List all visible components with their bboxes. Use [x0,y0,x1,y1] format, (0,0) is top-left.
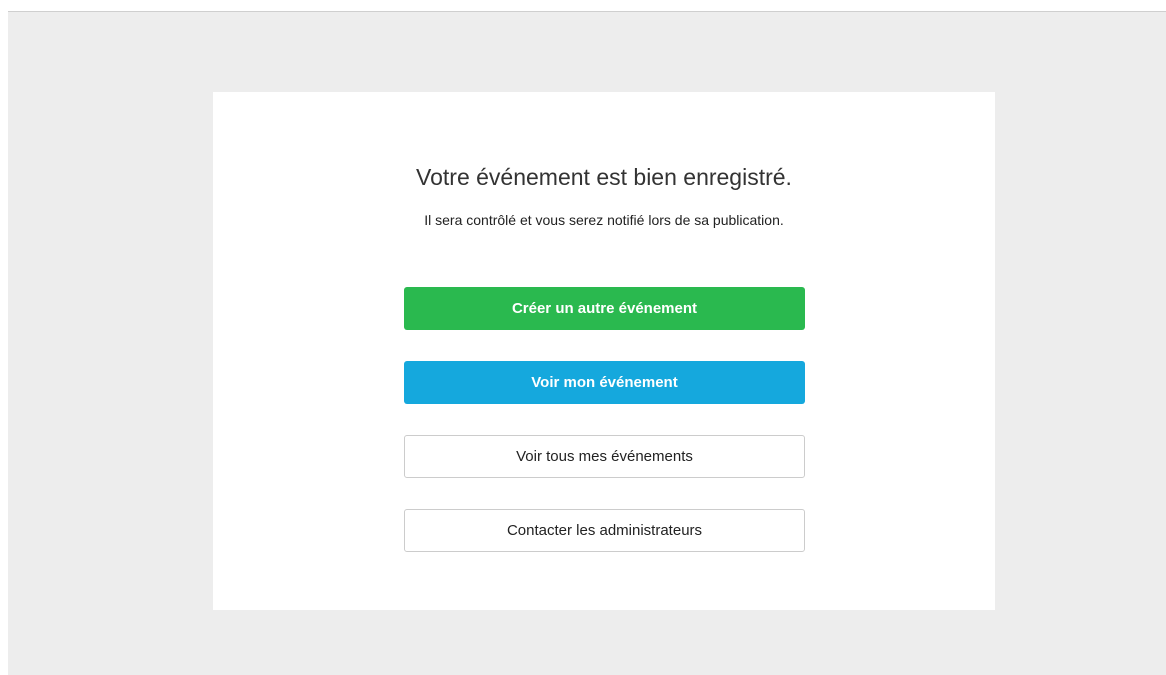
view-my-event-button[interactable]: Voir mon événement [404,361,805,404]
view-all-my-events-label: Voir tous mes événements [516,448,693,465]
confirmation-subtitle: Il sera contrôlé et vous serez notifié l… [424,212,784,228]
create-another-event-button[interactable]: Créer un autre événement [404,287,805,330]
contact-administrators-label: Contacter les administrateurs [506,522,703,539]
view-all-my-events-button[interactable]: Voir tous mes événements [404,435,805,478]
confirmation-card: Votre événement est bien enregistré. Il … [213,92,995,610]
create-another-event-label: Créer un autre événement [511,300,698,317]
page-background: Votre événement est bien enregistré. Il … [8,11,1166,675]
contact-administrators-button[interactable]: Contacter les administrateurs [404,509,805,552]
view-my-event-label: Voir mon événement [531,374,678,391]
confirmation-title: Votre événement est bien enregistré. [416,164,792,190]
